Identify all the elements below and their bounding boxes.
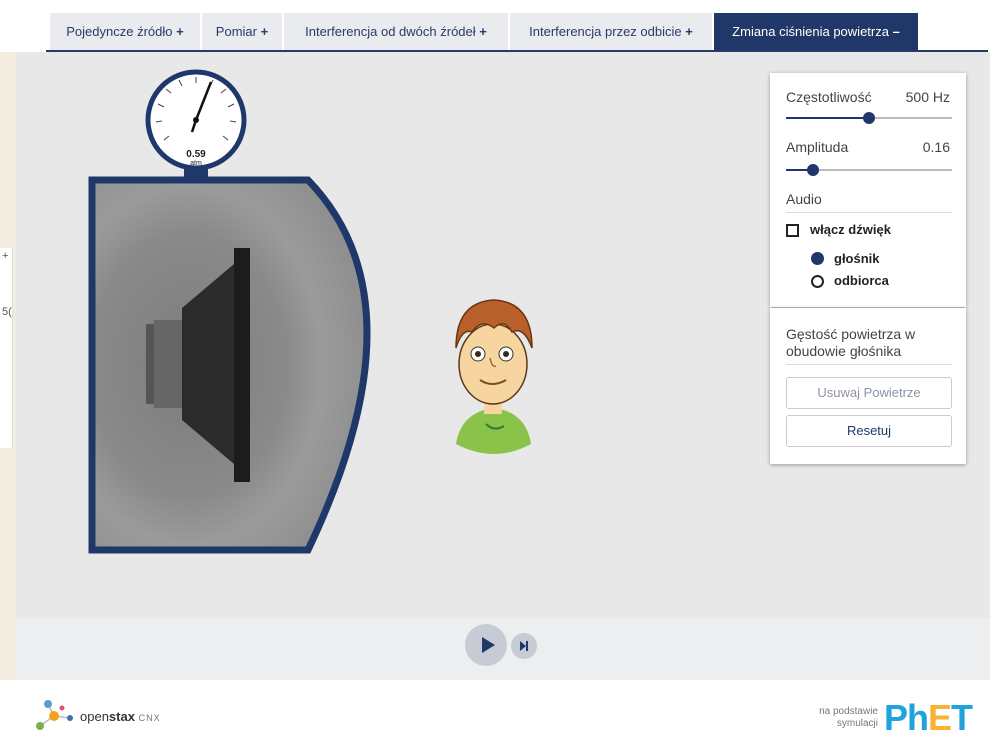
expand-icon: + <box>685 24 693 39</box>
gauge-unit: atm <box>190 160 202 167</box>
background-window-fragment: + 5( <box>0 248 13 448</box>
tab-label: Pomiar <box>215 24 257 39</box>
tab-label: Interferencja przez odbicie <box>529 24 682 39</box>
openstax-light: open <box>80 709 109 724</box>
divider <box>786 364 952 365</box>
speaker-radio-label[interactable]: głośnik <box>834 251 880 266</box>
collapse-icon: – <box>892 24 900 39</box>
tab-reflection-interference[interactable]: Interferencja przez odbicie + <box>510 13 714 50</box>
listener-avatar <box>455 299 533 454</box>
tab-two-source-interference[interactable]: Interferencja od dwóch źródeł + <box>284 13 510 50</box>
frequency-slider[interactable] <box>786 112 952 124</box>
frequency-value: 500 Hz <box>905 89 950 105</box>
tab-bar: Pojedyncze źródło + Pomiar + Interferenc… <box>0 0 992 52</box>
phet-logo-e: E <box>928 697 952 738</box>
openstax-bold: stax <box>108 709 135 724</box>
phet-logo-t: T <box>951 697 973 738</box>
openstax-logo-icon <box>36 700 73 730</box>
speaker-radio[interactable] <box>811 252 824 265</box>
frequency-label: Częstotliwość <box>786 89 872 105</box>
gauge-value: 0.59 <box>186 149 206 160</box>
play-button[interactable] <box>465 624 507 666</box>
step-forward-button[interactable] <box>511 633 537 659</box>
expand-icon: + <box>479 24 487 39</box>
listener-radio[interactable] <box>811 275 824 288</box>
amplitude-value: 0.16 <box>922 139 950 155</box>
cnx-label: CNX <box>138 713 161 723</box>
phet-logo[interactable]: PhET <box>884 697 973 738</box>
remove-air-button[interactable]: Usuwaj Powietrze <box>786 377 952 409</box>
audio-enable-label[interactable]: włącz dźwięk <box>810 222 891 237</box>
listener-radio-label[interactable]: odbiorca <box>834 273 889 288</box>
tab-single-source[interactable]: Pojedyncze źródło + <box>50 13 202 50</box>
tab-label: Pojedyncze źródło <box>66 24 173 39</box>
amplitude-label: Amplituda <box>786 139 849 155</box>
air-density-panel: Gęstość powietrza w obudowie głośnika Us… <box>770 308 966 464</box>
audio-enable-checkbox[interactable] <box>786 224 799 237</box>
gauge-readout: 0.59 atm <box>184 150 208 168</box>
tab-label: Interferencja od dwóch źródeł <box>305 24 476 39</box>
expand-icon: + <box>176 24 184 39</box>
reset-button[interactable]: Resetuj <box>786 415 952 447</box>
amplitude-slider-knob[interactable] <box>807 164 819 176</box>
tab-measure[interactable]: Pomiar + <box>202 13 284 50</box>
frequency-slider-knob[interactable] <box>863 112 875 124</box>
ghost-text: 5( <box>2 306 12 318</box>
sound-controls-panel: Częstotliwość 500 Hz Amplituda 0.16 Audi… <box>770 73 966 307</box>
phet-logo-ph: Ph <box>884 697 929 738</box>
frequency-row: Częstotliwość 500 Hz <box>786 89 950 105</box>
amplitude-row: Amplituda 0.16 <box>786 139 950 155</box>
divider <box>786 212 952 213</box>
frequency-slider-fill <box>786 117 869 119</box>
air-density-title: Gęstość powietrza w obudowie głośnika <box>786 326 916 359</box>
ghost-plus: + <box>2 250 9 262</box>
phet-note-line2: symulacji <box>836 718 878 729</box>
tab-air-pressure[interactable]: Zmiana ciśnienia powietrza – <box>714 13 920 50</box>
phet-attribution: na podstawie symulacji <box>790 706 878 730</box>
audio-label: Audio <box>786 191 822 207</box>
amplitude-slider[interactable] <box>786 164 952 176</box>
openstax-logo[interactable]: openstax CNX <box>80 709 161 724</box>
tab-label: Zmiana ciśnienia powietrza <box>732 24 889 39</box>
phet-note-line1: na podstawie <box>819 706 878 717</box>
expand-icon: + <box>260 24 269 39</box>
